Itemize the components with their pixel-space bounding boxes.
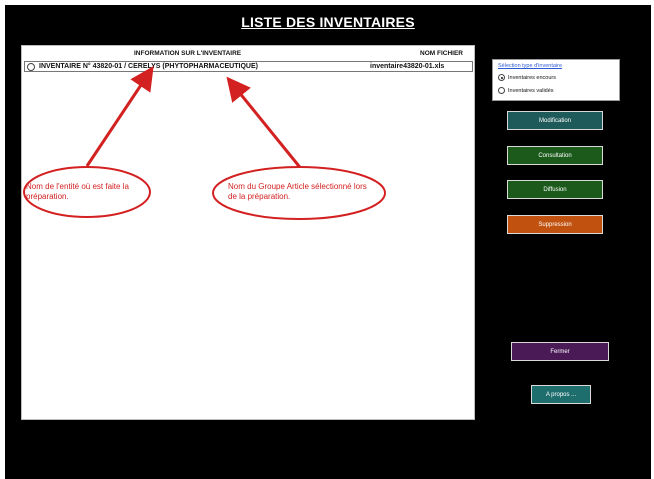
option-valides-label: Inventaires validés xyxy=(508,87,554,94)
page-title: LISTE DES INVENTAIRES xyxy=(5,14,651,30)
inventory-type-selector: Sélection type d'inventaire Inventaires … xyxy=(492,59,620,101)
apropos-button-label: A propos ... xyxy=(545,392,577,398)
callout-entity-text: Nom de l'entité où est faite la préparat… xyxy=(26,182,129,201)
app-window: LISTE DES INVENTAIRES INFORMATION SUR L'… xyxy=(5,5,651,479)
arrow-to-group xyxy=(226,76,309,177)
modification-button[interactable]: Modification xyxy=(506,110,604,131)
consultation-button[interactable]: Consultation xyxy=(506,145,604,166)
fermer-button-label: Fermer xyxy=(550,349,570,355)
annotation-layer xyxy=(23,66,386,220)
apropos-button[interactable]: A propos ... xyxy=(530,384,592,405)
diffusion-button-label: Diffusion xyxy=(543,187,567,193)
radio-encours[interactable] xyxy=(498,74,505,81)
suppression-button[interactable]: Suppression xyxy=(506,214,604,235)
option-inventaires-valides[interactable]: Inventaires validés xyxy=(498,87,554,94)
radio-valides[interactable] xyxy=(498,87,505,94)
selector-title: Sélection type d'inventaire xyxy=(498,63,563,69)
suppression-button-label: Suppression xyxy=(538,222,572,228)
option-encours-label: Inventaires encours xyxy=(508,74,556,81)
modification-button-label: Modification xyxy=(538,118,571,124)
page-title-text: LISTE DES INVENTAIRES xyxy=(241,14,415,30)
consultation-button-label: Consultation xyxy=(538,153,572,159)
inventory-list-panel: INFORMATION SUR L'INVENTAIRE NOM FICHIER… xyxy=(21,45,475,420)
diffusion-button[interactable]: Diffusion xyxy=(506,179,604,200)
arrow-to-entity xyxy=(85,66,154,167)
callout-group-text: Nom du Groupe Article sélectionné lors d… xyxy=(228,182,367,201)
option-inventaires-encours[interactable]: Inventaires encours xyxy=(498,74,556,81)
fermer-button[interactable]: Fermer xyxy=(510,341,610,362)
